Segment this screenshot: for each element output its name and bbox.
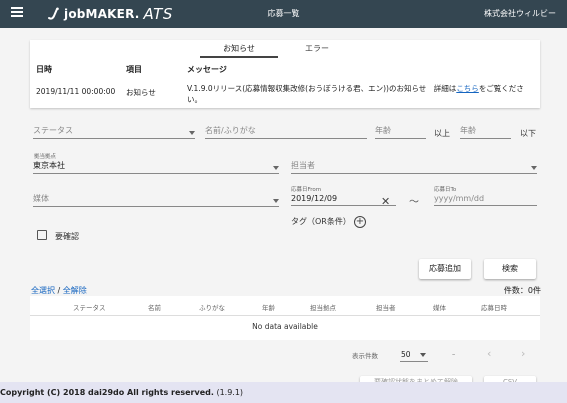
- name-input[interactable]: 名前/ふりがな: [205, 126, 367, 139]
- header-date: 日時: [36, 65, 52, 74]
- name-placeholder: 名前/ふりがな: [205, 126, 256, 135]
- company-name: 株式会社ウィルビー: [484, 9, 556, 18]
- page-range: –: [452, 350, 456, 358]
- no-data-message: No data available: [252, 322, 318, 331]
- date-to-label: 応募日To: [434, 187, 457, 193]
- age-to-placeholder: 年齢: [460, 126, 476, 135]
- page-title: 応募一覧: [267, 9, 300, 18]
- date-from-label: 応募日From: [291, 187, 322, 193]
- attention-label: 要確認: [55, 232, 79, 241]
- age-to-suffix: 以下: [520, 129, 536, 138]
- age-to-input[interactable]: 年齢: [460, 126, 511, 139]
- tab-error[interactable]: エラー: [278, 40, 356, 58]
- tab-notice[interactable]: お知らせ: [200, 40, 278, 58]
- notice-date: 2019/11/11 00:00:00: [36, 87, 116, 96]
- add-tag-icon[interactable]: +: [354, 216, 366, 228]
- select-all-link[interactable]: 全選択: [31, 286, 55, 295]
- footer-text: Copyright (C) 2018 dai29do All rights re…: [0, 388, 243, 397]
- chevron-down-icon: [531, 166, 537, 170]
- status-select[interactable]: ステータス: [33, 126, 195, 139]
- rows-per-page-underline: [400, 361, 428, 362]
- range-tilde: 〜: [409, 197, 419, 208]
- base-label: 拠当拠点: [34, 154, 57, 160]
- notice-item: お知らせ: [126, 88, 156, 97]
- age-from-placeholder: 年齢: [375, 126, 391, 135]
- column-header-person[interactable]: 担当者: [376, 302, 396, 312]
- column-header-base[interactable]: 担当拠点: [310, 302, 336, 312]
- notice-tabs: お知らせ エラー: [200, 40, 356, 58]
- column-header-date[interactable]: 応募日時: [481, 302, 507, 312]
- clear-all-link[interactable]: 全解除: [63, 286, 87, 295]
- chevron-down-icon: [273, 199, 279, 203]
- column-header-age[interactable]: 年齢: [262, 302, 275, 312]
- person-placeholder: 担当者: [291, 161, 315, 170]
- column-header-kana[interactable]: ふりがな: [199, 302, 225, 312]
- footer: Copyright (C) 2018 dai29do All rights re…: [0, 382, 567, 403]
- date-to-placeholder: yyyy/mm/dd: [434, 194, 485, 203]
- selection-separator: /: [57, 286, 61, 295]
- notice-message: V.1.9.0リリース(応募情報収集改修(おうぼうける君、エン))のお知らせ 詳…: [187, 83, 537, 105]
- media-select[interactable]: 媒体: [33, 194, 279, 207]
- age-from-suffix: 以上: [434, 129, 450, 138]
- result-count: 件数：0件: [503, 286, 541, 295]
- media-placeholder: 媒体: [33, 194, 49, 203]
- chevron-down-icon: [189, 131, 195, 135]
- table-header: ステータス 名前 ふりがな 年齢 担当拠点 担当者 媒体 応募日時: [30, 296, 540, 316]
- selection-links: 全選択 / 全解除: [31, 285, 87, 296]
- date-from-value: 2019/12/09: [291, 194, 338, 203]
- search-button[interactable]: 検索: [484, 259, 536, 279]
- person-select[interactable]: 担当者: [291, 161, 537, 174]
- results-table: ステータス 名前 ふりがな 年齢 担当拠点 担当者 媒体 応募日時 No dat…: [30, 296, 540, 340]
- add-application-button[interactable]: 応募追加: [419, 259, 471, 279]
- version-text: (1.9.1): [216, 388, 244, 397]
- column-header-media[interactable]: 媒体: [433, 302, 446, 312]
- app-bar: jobMAKER. ATS 応募一覧 株式会社ウィルビー: [0, 0, 567, 28]
- date-to-input[interactable]: yyyy/mm/dd: [434, 194, 537, 206]
- tag-label: タグ（OR条件）: [291, 217, 351, 226]
- chevron-right-icon[interactable]: ›: [521, 347, 525, 360]
- notice-detail-link[interactable]: こちら: [456, 84, 479, 93]
- rows-per-page-select[interactable]: 50: [401, 350, 411, 359]
- status-placeholder: ステータス: [33, 126, 73, 135]
- header-item: 項目: [126, 65, 142, 74]
- attention-checkbox[interactable]: [37, 230, 47, 240]
- copyright-text: Copyright (C) 2018 dai29do All rights re…: [0, 388, 214, 397]
- chevron-down-icon: [273, 166, 279, 170]
- clear-icon[interactable]: ✕: [381, 195, 390, 208]
- base-select[interactable]: 東京本社: [33, 161, 279, 174]
- base-value: 東京本社: [33, 161, 65, 170]
- header-message: メッセージ: [187, 65, 227, 74]
- column-header-name[interactable]: 名前: [148, 302, 161, 312]
- chevron-down-icon[interactable]: [420, 353, 426, 357]
- notice-message-text: V.1.9.0リリース(応募情報収集改修(おうぼうける君、エン))のお知らせ 詳…: [187, 84, 457, 93]
- notice-card: お知らせ エラー 日時 項目 メッセージ 2019/11/11 00:00:00…: [30, 40, 540, 108]
- column-header-status[interactable]: ステータス: [73, 302, 106, 312]
- age-from-input[interactable]: 年齢: [375, 126, 426, 139]
- chevron-left-icon[interactable]: ‹: [487, 347, 491, 360]
- rows-per-page-label: 表示件数: [352, 352, 378, 360]
